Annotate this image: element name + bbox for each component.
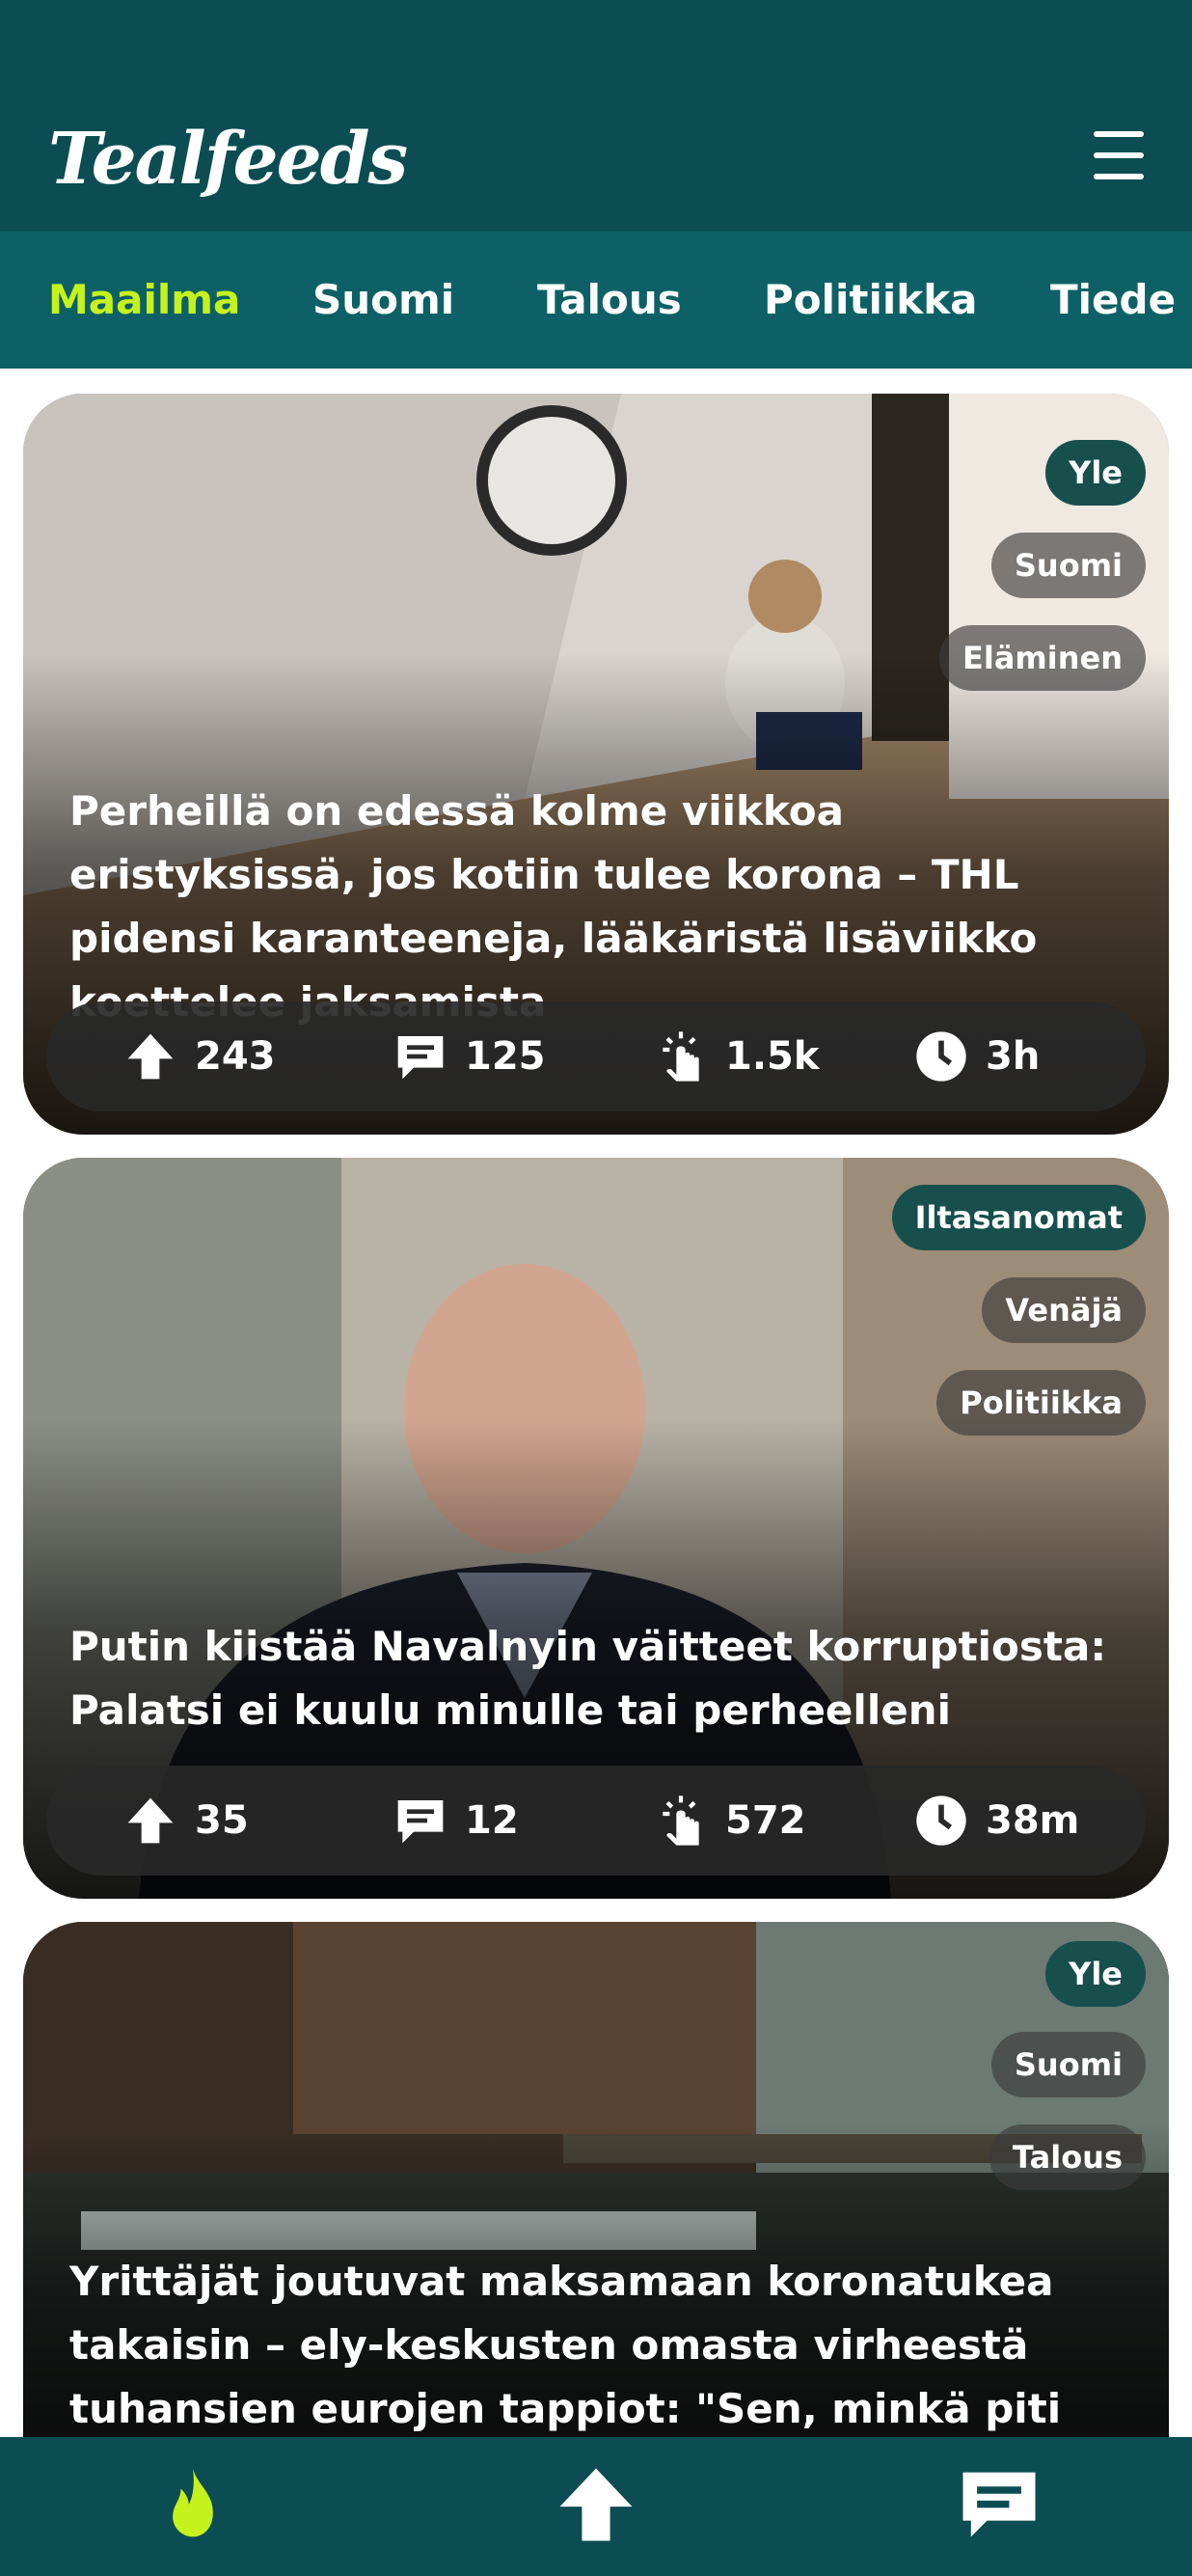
clock-icon	[916, 1031, 966, 1082]
app-header: Tealfeeds	[0, 0, 1192, 232]
upvote-icon	[559, 2468, 633, 2541]
nav-hot-button[interactable]	[145, 2456, 241, 2553]
clicks-count: 1.5k	[725, 1034, 820, 1079]
tap-icon	[663, 1795, 699, 1846]
article-stats: 35 12 572 38m	[46, 1766, 1146, 1876]
clock-icon	[916, 1795, 966, 1846]
age-label: 38m	[986, 1798, 1080, 1843]
app-logo[interactable]: Tealfeeds	[48, 101, 408, 217]
category-tag[interactable]: Eläminen	[939, 625, 1146, 691]
comments-count: 125	[465, 1034, 546, 1079]
nav-top-button[interactable]	[548, 2456, 644, 2553]
tap-icon	[663, 1031, 699, 1082]
category-tag[interactable]: Talous	[989, 2124, 1146, 2190]
category-tag[interactable]: Venäjä	[982, 1277, 1146, 1343]
article-title[interactable]: Putin kiistää Navalnyin väitteet korrupt…	[69, 1615, 1130, 1742]
menu-button[interactable]	[1090, 127, 1148, 183]
comments-icon	[962, 2472, 1036, 2537]
clicks-count: 572	[725, 1798, 806, 1843]
article-card[interactable]: Iltasanomat Venäjä Politiikka Putin kiis…	[23, 1158, 1169, 1899]
nav-comments-button[interactable]	[951, 2456, 1047, 2553]
tab-tiede[interactable]: Tiede	[1050, 232, 1176, 369]
hamburger-icon	[1094, 131, 1144, 137]
tab-maailma[interactable]: Maailma	[48, 232, 240, 369]
category-tag[interactable]: Suomi	[990, 533, 1146, 598]
source-tag[interactable]: Yle	[1045, 440, 1146, 506]
source-tag[interactable]: Iltasanomat	[891, 1185, 1146, 1250]
article-title[interactable]: Perheillä on edessä kolme viikkoa eristy…	[69, 780, 1130, 1034]
tab-suomi[interactable]: Suomi	[312, 232, 454, 369]
category-tag[interactable]: Suomi	[990, 2032, 1146, 2097]
fire-icon	[173, 2468, 213, 2537]
tab-politiikka[interactable]: Politiikka	[764, 232, 978, 369]
article-card[interactable]: Yle Suomi Talous Yrittäjät joutuvat maks…	[23, 1922, 1169, 2501]
source-tag[interactable]: Yle	[1045, 1941, 1146, 2007]
comments-icon	[397, 1800, 444, 1844]
age-label: 3h	[986, 1034, 1041, 1079]
comments-icon	[397, 1036, 444, 1080]
comments-count: 12	[465, 1798, 519, 1843]
upvote-icon	[127, 1797, 174, 1844]
category-tag[interactable]: Politiikka	[936, 1370, 1146, 1436]
bottom-nav	[0, 2437, 1192, 2576]
article-card[interactable]: Yle Suomi Eläminen Perheillä on edessä k…	[23, 394, 1169, 1135]
upvote-icon	[127, 1033, 174, 1080]
hamburger-icon	[1094, 174, 1144, 179]
upvote-count: 243	[195, 1034, 276, 1079]
upvote-count: 35	[195, 1798, 249, 1843]
article-stats: 243 125 1.5k 3h	[46, 1001, 1146, 1111]
tab-talous[interactable]: Talous	[537, 232, 682, 369]
category-tabs: Maailma Suomi Talous Politiikka Tiede	[0, 232, 1192, 369]
hamburger-icon	[1094, 152, 1144, 158]
